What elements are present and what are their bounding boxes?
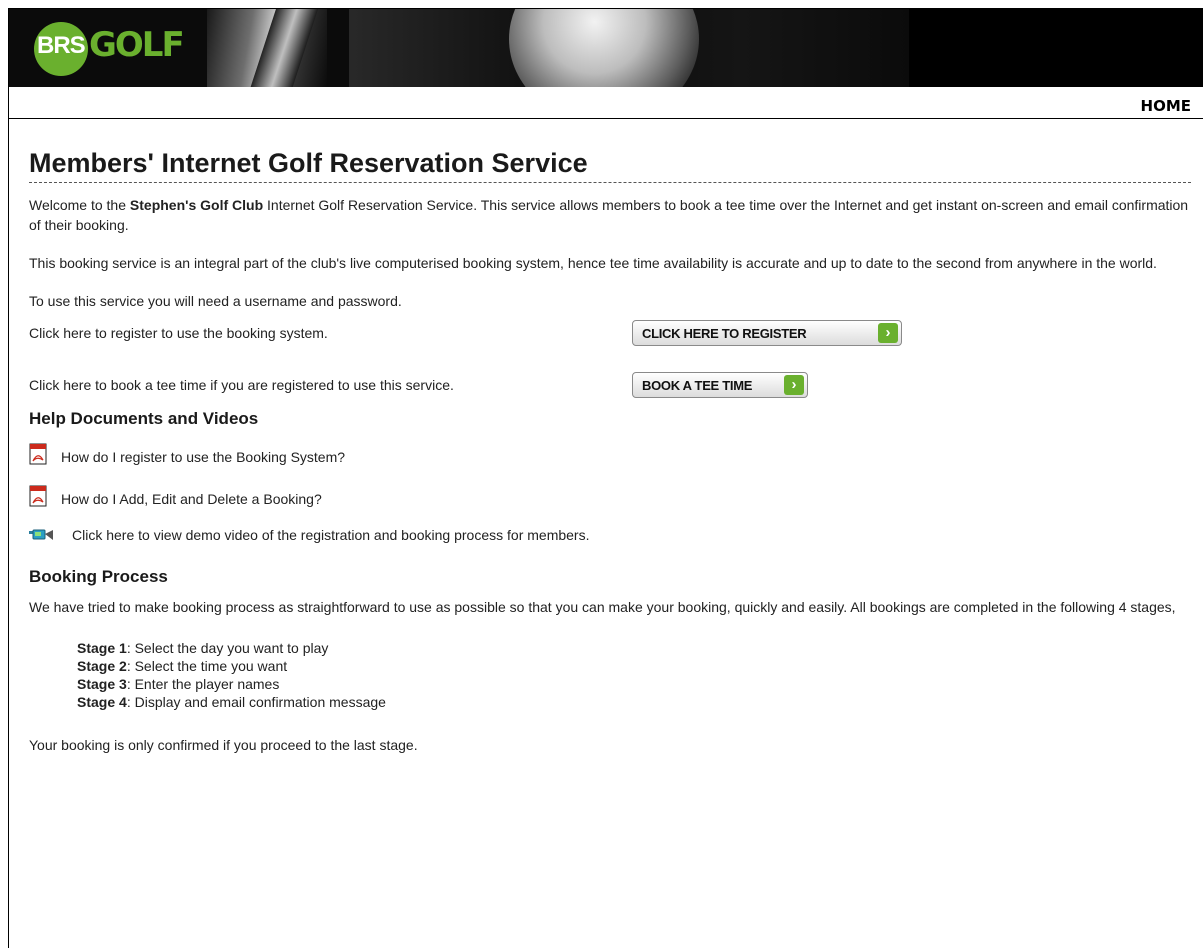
book-tee-time-button[interactable]: BOOK A TEE TIME › bbox=[632, 372, 808, 398]
page-title: Members' Internet Golf Reservation Servi… bbox=[29, 146, 1191, 183]
book-button-label: BOOK A TEE TIME bbox=[642, 378, 753, 393]
top-nav: HOME bbox=[9, 87, 1203, 119]
logo-brs-text: BRS bbox=[37, 32, 86, 59]
club-name: Stephen's Golf Club bbox=[129, 197, 264, 213]
stage-text: : Display and email confirmation message bbox=[126, 694, 386, 710]
help-item-video[interactable]: Click here to view demo video of the reg… bbox=[29, 525, 1191, 545]
help-item-bookings[interactable]: How do I Add, Edit and Delete a Booking? bbox=[29, 485, 1191, 511]
main-content: Members' Internet Golf Reservation Servi… bbox=[29, 122, 1191, 755]
register-button-label: CLICK HERE TO REGISTER bbox=[642, 326, 807, 341]
pdf-icon bbox=[29, 443, 47, 465]
arrow-right-icon: › bbox=[784, 375, 804, 395]
help-item-register[interactable]: How do I register to use the Booking Sys… bbox=[29, 443, 1191, 469]
booking-footer: Your booking is only confirmed if you pr… bbox=[29, 737, 418, 753]
credentials-paragraph: To use this service you will need a user… bbox=[29, 293, 402, 309]
welcome-paragraph: Welcome to the Stephen's Golf Club Inter… bbox=[29, 195, 1191, 235]
video-camera-icon bbox=[29, 529, 53, 540]
booking-heading: Booking Process bbox=[29, 567, 168, 586]
stage-label: Stage 4 bbox=[77, 694, 127, 710]
banner-dark-area bbox=[909, 9, 1203, 87]
help-heading: Help Documents and Videos bbox=[29, 409, 259, 428]
stage-label: Stage 3 bbox=[77, 676, 127, 692]
stage-label: Stage 2 bbox=[77, 658, 127, 674]
welcome-prefix: Welcome to the bbox=[29, 197, 130, 213]
register-button[interactable]: CLICK HERE TO REGISTER › bbox=[632, 320, 902, 346]
stage-item: Stage 3: Enter the player names bbox=[77, 675, 1191, 693]
booking-intro: We have tried to make booking process as… bbox=[29, 599, 1176, 615]
stage-label: Stage 1 bbox=[77, 640, 127, 656]
register-row: Click here to register to use the bookin… bbox=[29, 317, 1191, 347]
stage-text: : Enter the player names bbox=[126, 676, 280, 692]
header-banner: BRS GOLF bbox=[9, 9, 1203, 87]
stage-text: : Select the day you want to play bbox=[126, 640, 329, 656]
help-item-label: How do I Add, Edit and Delete a Booking? bbox=[61, 491, 322, 507]
arrow-right-icon: › bbox=[878, 323, 898, 343]
pdf-icon bbox=[29, 485, 47, 507]
stage-item: Stage 2: Select the time you want bbox=[77, 657, 1191, 675]
page-frame: BRS GOLF HOME Members' Internet Golf Res… bbox=[8, 8, 1203, 948]
stage-item: Stage 4: Display and email confirmation … bbox=[77, 693, 1191, 711]
stage-item: Stage 1: Select the day you want to play bbox=[77, 639, 1191, 657]
register-text: Click here to register to use the bookin… bbox=[29, 325, 328, 341]
stage-text: : Select the time you want bbox=[126, 658, 288, 674]
help-item-label: How do I register to use the Booking Sys… bbox=[61, 449, 346, 465]
stage-list: Stage 1: Select the day you want to play… bbox=[29, 639, 1191, 711]
book-text: Click here to book a tee time if you are… bbox=[29, 377, 454, 393]
integral-paragraph: This booking service is an integral part… bbox=[29, 255, 1157, 271]
banner-golf-ball-image bbox=[509, 9, 699, 87]
home-link[interactable]: HOME bbox=[1141, 97, 1191, 115]
logo-golf-text: GOLF bbox=[89, 25, 185, 65]
help-item-label: Click here to view demo video of the reg… bbox=[72, 527, 590, 543]
book-row: Click here to book a tee time if you are… bbox=[29, 369, 1191, 399]
